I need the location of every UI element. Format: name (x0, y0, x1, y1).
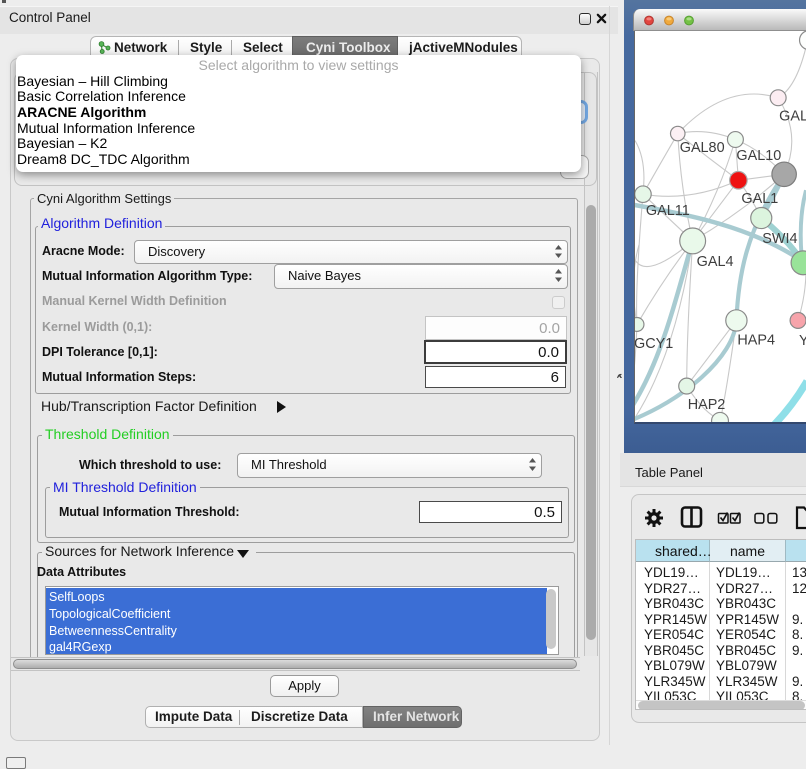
svg-text:GAL10: GAL10 (736, 148, 781, 164)
svg-text:GCY1: GCY1 (634, 336, 673, 352)
svg-text:YP: YP (799, 333, 806, 349)
svg-text:HAP4: HAP4 (737, 332, 775, 348)
svg-text:GAL4: GAL4 (697, 254, 734, 270)
svg-text:GAL11: GAL11 (646, 203, 690, 219)
svg-text:SWI4: SWI4 (762, 231, 797, 247)
svg-text:GAL80: GAL80 (680, 140, 725, 156)
svg-text:GAL1: GAL1 (741, 191, 778, 207)
svg-text:HAP2: HAP2 (688, 397, 726, 413)
svg-text:GAL7: GAL7 (779, 109, 806, 125)
